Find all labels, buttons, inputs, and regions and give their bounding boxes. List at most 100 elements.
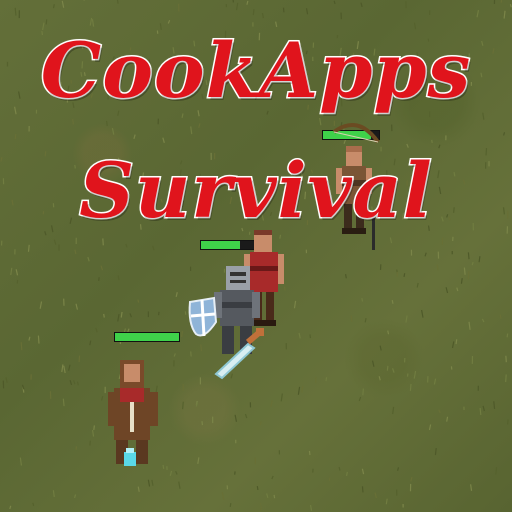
grass-blade — [39, 301, 43, 309]
grass-blade — [345, 471, 348, 476]
grass-blade — [298, 332, 301, 339]
game-title-line-1: CookApps — [39, 25, 472, 117]
grass-blade — [308, 450, 311, 456]
grass-blade — [175, 470, 178, 475]
grass-blade — [451, 341, 455, 349]
grass-blade — [259, 421, 262, 426]
grass-blade — [167, 19, 171, 24]
grass-blade — [137, 486, 140, 492]
grass-blade — [100, 265, 104, 271]
grass-blade — [309, 504, 313, 511]
grass-blade — [478, 256, 481, 263]
grass-blade — [246, 0, 249, 5]
grass-blade — [162, 137, 165, 143]
grass-blade — [89, 340, 92, 346]
grass-blade — [95, 327, 98, 333]
grass-blade — [438, 409, 441, 414]
game-scene[interactable]: CookApps Survival — [0, 0, 512, 512]
grass-blade — [75, 303, 79, 310]
grass-blade — [120, 311, 123, 318]
grass-blade — [505, 374, 507, 383]
grass-blade — [413, 370, 417, 379]
grass-blade — [14, 133, 17, 140]
priest-health-bar — [114, 332, 180, 342]
grass-blade — [103, 313, 105, 318]
grass-blade — [182, 401, 184, 410]
grass-blade — [434, 448, 437, 456]
priest-health-fill — [115, 333, 179, 341]
grass-blade — [116, 0, 119, 4]
grass-blade — [106, 120, 108, 127]
grass-blade — [138, 499, 141, 504]
grass-blade — [378, 376, 381, 381]
grass-blade — [333, 0, 336, 5]
grass-blade — [87, 256, 90, 262]
grass-blade — [297, 386, 301, 395]
grass-blade — [178, 481, 181, 489]
grass-blade — [152, 245, 155, 251]
grass-blade — [509, 3, 512, 8]
grass-blade — [460, 278, 463, 284]
grass-blade — [362, 388, 364, 396]
grass-blade — [280, 393, 283, 402]
grass-blade — [293, 300, 297, 309]
grass-blade — [111, 127, 115, 135]
grass-blade — [69, 379, 73, 386]
grass-blade — [361, 468, 365, 475]
grass-blade — [409, 383, 412, 391]
grass-blade — [361, 298, 364, 302]
grass-blade — [9, 505, 12, 510]
grass-blade — [20, 342, 23, 351]
shield-icon — [188, 296, 218, 337]
grass-blade — [476, 9, 480, 18]
grass-blade — [221, 492, 225, 501]
grass-blade — [252, 9, 255, 16]
grass-blade — [416, 282, 419, 288]
grass-blade — [14, 7, 17, 16]
grass-blade — [506, 333, 509, 338]
grass-blade — [436, 264, 439, 271]
grass-blade — [68, 364, 71, 371]
grass-blade — [15, 269, 19, 276]
grass-blade — [482, 405, 485, 412]
grass-blade — [32, 502, 35, 507]
grass-blade — [19, 457, 22, 466]
grass-blade — [229, 503, 232, 507]
grass-blade — [479, 407, 482, 415]
grass-blade — [360, 2, 363, 8]
grass-blade — [10, 267, 13, 276]
grass-blade — [266, 493, 269, 499]
grass-blade — [27, 244, 30, 252]
grass-blade — [470, 484, 473, 491]
grass-blade — [72, 118, 74, 125]
grass-blade — [198, 123, 201, 128]
grass-blade — [61, 0, 65, 8]
grass-blade — [117, 313, 120, 322]
grass-blade — [73, 380, 76, 385]
grass-blade — [147, 479, 151, 487]
grass-blade — [386, 365, 389, 371]
grass-blade — [397, 467, 400, 471]
knight-sprite[interactable] — [186, 262, 276, 382]
grass-blade — [481, 318, 485, 323]
grass-blade — [499, 314, 502, 319]
grass-blade — [319, 117, 322, 126]
grass-blade — [455, 339, 458, 345]
grass-blade — [305, 8, 309, 15]
grass-blade — [338, 466, 341, 471]
grass-blade — [76, 381, 79, 386]
grass-blade — [234, 414, 238, 422]
grass-blade — [260, 506, 263, 511]
grass-blade — [53, 239, 57, 245]
priest-sprite[interactable] — [106, 356, 166, 476]
grass-blade — [433, 378, 437, 385]
grass-blade — [273, 494, 276, 499]
grass-blade — [61, 364, 64, 373]
grass-blade — [389, 237, 393, 244]
grass-blade — [374, 492, 377, 499]
grass-blade — [169, 470, 173, 476]
game-title-line-2: Survival — [78, 145, 434, 237]
grass-blade — [301, 385, 304, 393]
grass-blade — [89, 17, 93, 26]
grass-blade — [387, 330, 390, 335]
